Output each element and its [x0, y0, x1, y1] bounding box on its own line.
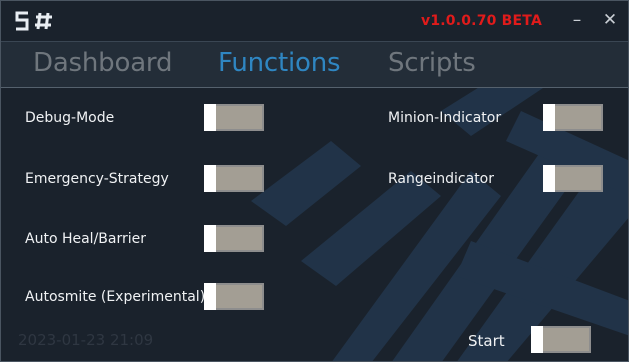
start-label: Start: [468, 332, 505, 350]
autosmite-toggle[interactable]: [204, 283, 264, 310]
tab-functions[interactable]: Functions: [218, 48, 341, 78]
minimize-icon[interactable]: –: [567, 9, 587, 31]
start-toggle[interactable]: [531, 326, 591, 353]
auto-heal-barrier-label: Auto Heal/Barrier: [25, 231, 146, 247]
debug-mode-toggle[interactable]: [204, 104, 264, 131]
tab-scripts[interactable]: Scripts: [388, 48, 476, 78]
toggle-knob: [543, 165, 555, 192]
emergency-strategy-toggle[interactable]: [204, 165, 264, 192]
rangeindicator-toggle[interactable]: [543, 165, 603, 192]
minion-indicator-toggle[interactable]: [543, 104, 603, 131]
tab-dashboard[interactable]: Dashboard: [33, 48, 172, 78]
app-logo-icon: [15, 11, 52, 31]
toggle-knob: [543, 104, 555, 131]
close-icon[interactable]: ✕: [600, 9, 620, 31]
toggle-knob: [204, 283, 216, 310]
version-label: v1.0.0.70 BETA: [421, 13, 542, 29]
debug-mode-label: Debug-Mode: [25, 110, 115, 126]
toggle-knob: [204, 104, 216, 131]
tab-bar: Dashboard Functions Scripts: [1, 41, 628, 88]
toggle-knob: [204, 165, 216, 192]
autosmite-label: Autosmite (Experimental): [25, 289, 206, 305]
rangeindicator-label: Rangeindicator: [388, 171, 494, 187]
emergency-strategy-label: Emergency-Strategy: [25, 171, 169, 187]
auto-heal-barrier-toggle[interactable]: [204, 225, 264, 252]
app-window: v1.0.0.70 BETA – ✕ Dashboard Functions S…: [0, 0, 629, 362]
timestamp-label: 2023-01-23 21:09: [18, 331, 154, 349]
toggle-knob: [204, 225, 216, 252]
title-bar[interactable]: v1.0.0.70 BETA – ✕: [1, 1, 628, 41]
minion-indicator-label: Minion-Indicator: [388, 110, 502, 126]
toggle-knob: [531, 326, 543, 353]
